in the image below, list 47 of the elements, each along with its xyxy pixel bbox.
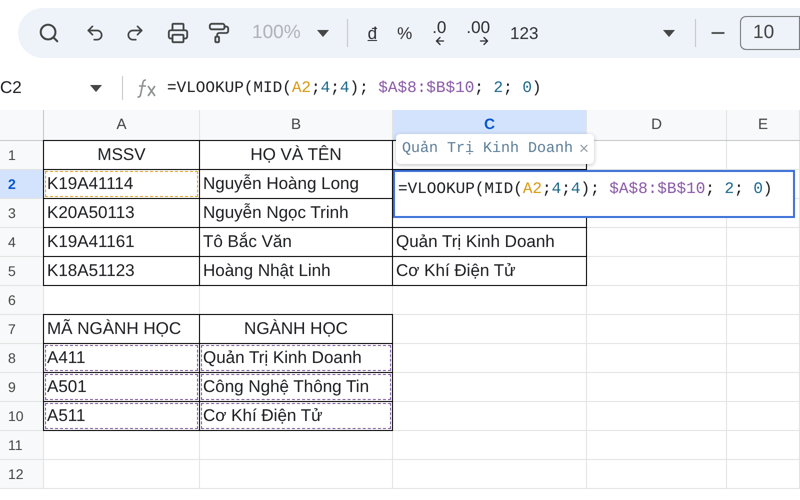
row-header[interactable]: 11 bbox=[0, 431, 44, 460]
font-size-field[interactable]: 10 bbox=[740, 16, 800, 50]
undo-icon[interactable] bbox=[85, 23, 105, 43]
paint-format-icon[interactable] bbox=[208, 22, 230, 44]
row-header[interactable]: 7 bbox=[0, 315, 44, 344]
formula-field[interactable]: =VLOOKUP(MID(A2;4;4); $A$8:$B$10; 2; 0) bbox=[167, 76, 542, 100]
row-header[interactable]: 5 bbox=[0, 257, 44, 286]
row-header[interactable]: 6 bbox=[0, 286, 44, 315]
table-cell: NGÀNH HỌC bbox=[199, 314, 393, 344]
format-button[interactable]: đ bbox=[368, 24, 378, 42]
arrow-right-icon bbox=[478, 35, 490, 47]
hint-text: Quản Trị Kinh Doanh bbox=[402, 138, 574, 159]
format-button[interactable]: 123 bbox=[510, 24, 538, 42]
row-header[interactable]: 4 bbox=[0, 228, 44, 257]
arrow-left-icon bbox=[434, 35, 446, 47]
table-cell: K19A41114 bbox=[43, 169, 200, 199]
table-cell: Cơ Khí Điện Tử bbox=[199, 401, 393, 431]
format-button[interactable]: .00 bbox=[466, 19, 490, 47]
row-header[interactable]: 2 bbox=[0, 170, 44, 199]
row-header[interactable]: 12 bbox=[0, 460, 44, 489]
column-header[interactable]: D bbox=[587, 110, 727, 140]
table-cell: K18A51123 bbox=[43, 256, 200, 286]
row-header[interactable]: 3 bbox=[0, 199, 44, 228]
column-header[interactable]: B bbox=[200, 110, 393, 140]
caret-icon[interactable] bbox=[90, 84, 102, 92]
search-icon[interactable] bbox=[38, 22, 60, 44]
column-header[interactable]: A bbox=[44, 110, 200, 140]
table-cell: A411 bbox=[43, 343, 200, 373]
column-header[interactable]: E bbox=[727, 110, 800, 140]
row-header[interactable]: 9 bbox=[0, 373, 44, 402]
table-cell: A501 bbox=[43, 372, 200, 402]
table-cell: Công Nghệ Thông Tin bbox=[199, 372, 393, 402]
table-cell: Cơ Khí Điện Tử bbox=[392, 256, 587, 286]
redo-icon[interactable] bbox=[125, 23, 145, 43]
table-cell: Quản Trị Kinh Doanh bbox=[199, 343, 393, 373]
caret-icon[interactable] bbox=[316, 30, 329, 36]
row-header[interactable]: 10 bbox=[0, 402, 44, 431]
row-header[interactable]: 1 bbox=[0, 141, 44, 170]
format-button[interactable]: % bbox=[397, 24, 412, 42]
caret-icon[interactable] bbox=[663, 30, 675, 36]
row-header[interactable]: 8 bbox=[0, 344, 44, 373]
cell-reference[interactable]: C2 bbox=[0, 75, 90, 101]
format-button[interactable]: .0 bbox=[432, 19, 446, 47]
table-cell: MSSV bbox=[43, 140, 200, 170]
table-cell: A511 bbox=[43, 401, 200, 431]
table-cell: MÃ NGÀNH HỌC bbox=[43, 314, 200, 344]
print-icon[interactable] bbox=[167, 22, 189, 44]
